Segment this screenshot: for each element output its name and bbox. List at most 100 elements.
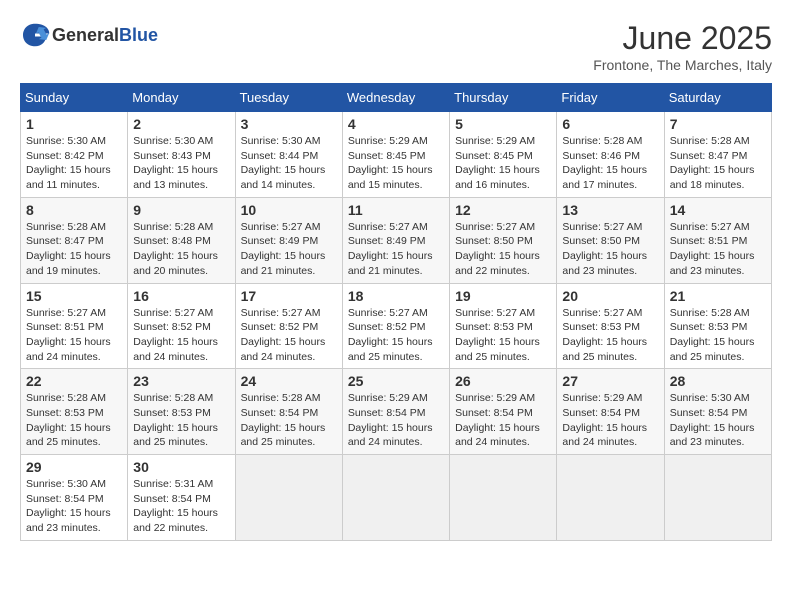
calendar-day-cell-w4-2: 24 Sunrise: 5:28 AM Sunset: 8:54 PM Dayli…	[235, 369, 342, 455]
page-header: GeneralBlue June 2025 Frontone, The Marc…	[20, 20, 772, 73]
day-number-26: 26	[455, 373, 551, 389]
day-number-4: 4	[348, 116, 444, 132]
day-number-9: 9	[133, 202, 229, 218]
day-number-17: 17	[241, 288, 337, 304]
day-info-10: Sunrise: 5:27 AM Sunset: 8:49 PM Dayligh…	[241, 220, 337, 279]
day-info-5: Sunrise: 5:29 AM Sunset: 8:45 PM Dayligh…	[455, 134, 551, 193]
calendar-day-3: 3 Sunrise: 5:30 AM Sunset: 8:44 PM Daylig…	[235, 112, 342, 198]
calendar-day-cell-w2-2: 10 Sunrise: 5:27 AM Sunset: 8:49 PM Dayli…	[235, 197, 342, 283]
day-number-28: 28	[670, 373, 766, 389]
day-number-15: 15	[26, 288, 122, 304]
logo-blue: Blue	[119, 25, 158, 45]
day-number-11: 11	[348, 202, 444, 218]
day-info-3: Sunrise: 5:30 AM Sunset: 8:44 PM Dayligh…	[241, 134, 337, 193]
calendar-day-cell-w4-4: 26 Sunrise: 5:29 AM Sunset: 8:54 PM Dayli…	[450, 369, 557, 455]
calendar-day-cell-w3-5: 20Sunrise: 5:27 AM Sunset: 8:53 PM Dayli…	[557, 283, 664, 369]
logo-icon	[20, 20, 50, 50]
calendar-day-cell-w4-5: 27 Sunrise: 5:29 AM Sunset: 8:54 PM Dayli…	[557, 369, 664, 455]
calendar-day-cell-w5-2	[235, 455, 342, 541]
calendar-day-cell-w3-6: 21Sunrise: 5:28 AM Sunset: 8:53 PM Dayli…	[664, 283, 771, 369]
calendar-day-cell-w3-4: 19Sunrise: 5:27 AM Sunset: 8:53 PM Dayli…	[450, 283, 557, 369]
calendar-day-cell-w2-3: 11Sunrise: 5:27 AM Sunset: 8:49 PM Dayli…	[342, 197, 449, 283]
day-info-12: Sunrise: 5:27 AM Sunset: 8:50 PM Dayligh…	[455, 220, 551, 279]
logo-general: General	[52, 25, 119, 45]
header-monday: Monday	[128, 84, 235, 112]
day-number-22: 22	[26, 373, 122, 389]
day-info-4: Sunrise: 5:29 AM Sunset: 8:45 PM Dayligh…	[348, 134, 444, 193]
calendar-day-1: 1Sunrise: 5:30 AM Sunset: 8:42 PM Daylig…	[21, 112, 128, 198]
header-wednesday: Wednesday	[342, 84, 449, 112]
location-subtitle: Frontone, The Marches, Italy	[593, 57, 772, 73]
calendar-week-3: 15 Sunrise: 5:27 AM Sunset: 8:51 PM Dayli…	[21, 283, 772, 369]
calendar-day-cell-w5-6	[664, 455, 771, 541]
day-number-18: 18	[348, 288, 444, 304]
day-number-10: 10	[241, 202, 337, 218]
calendar-day-2: 2Sunrise: 5:30 AM Sunset: 8:43 PM Daylig…	[128, 112, 235, 198]
calendar-day-cell-w4-1: 23Sunrise: 5:28 AM Sunset: 8:53 PM Dayli…	[128, 369, 235, 455]
calendar-day-cell-w2-5: 13 Sunrise: 5:27 AM Sunset: 8:50 PM Dayli…	[557, 197, 664, 283]
day-info-14: Sunrise: 5:27 AM Sunset: 8:51 PM Dayligh…	[670, 220, 766, 279]
calendar-day-cell-w2-1: 9 Sunrise: 5:28 AM Sunset: 8:48 PM Daylig…	[128, 197, 235, 283]
day-info-13: Sunrise: 5:27 AM Sunset: 8:50 PM Dayligh…	[562, 220, 658, 279]
day-info-27: Sunrise: 5:29 AM Sunset: 8:54 PM Dayligh…	[562, 391, 658, 450]
header-sunday: Sunday	[21, 84, 128, 112]
day-number-5: 5	[455, 116, 551, 132]
day-info-25: Sunrise: 5:29 AM Sunset: 8:54 PM Dayligh…	[348, 391, 444, 450]
calendar-day-cell-w2-6: 14 Sunrise: 5:27 AM Sunset: 8:51 PM Dayli…	[664, 197, 771, 283]
header-thursday: Thursday	[450, 84, 557, 112]
day-info-1: Sunrise: 5:30 AM Sunset: 8:42 PM Dayligh…	[26, 134, 122, 193]
calendar-table: Sunday Monday Tuesday Wednesday Thursday…	[20, 83, 772, 541]
calendar-day-cell-w3-2: 17 Sunrise: 5:27 AM Sunset: 8:52 PM Dayli…	[235, 283, 342, 369]
calendar-week-5: 29Sunrise: 5:30 AM Sunset: 8:54 PM Dayli…	[21, 455, 772, 541]
calendar-header-row: Sunday Monday Tuesday Wednesday Thursday…	[21, 84, 772, 112]
day-number-16: 16	[133, 288, 229, 304]
day-info-23: Sunrise: 5:28 AM Sunset: 8:53 PM Dayligh…	[133, 391, 229, 450]
day-info-9: Sunrise: 5:28 AM Sunset: 8:48 PM Dayligh…	[133, 220, 229, 279]
calendar-day-cell-w3-1: 16 Sunrise: 5:27 AM Sunset: 8:52 PM Dayli…	[128, 283, 235, 369]
day-number-13: 13	[562, 202, 658, 218]
calendar-day-cell-w5-1: 30Sunrise: 5:31 AM Sunset: 8:54 PM Dayli…	[128, 455, 235, 541]
calendar-day-cell-w4-0: 22 Sunrise: 5:28 AM Sunset: 8:53 PM Dayli…	[21, 369, 128, 455]
calendar-day-cell-w3-0: 15 Sunrise: 5:27 AM Sunset: 8:51 PM Dayli…	[21, 283, 128, 369]
calendar-day-6: 6 Sunrise: 5:28 AM Sunset: 8:46 PM Daylig…	[557, 112, 664, 198]
day-number-25: 25	[348, 373, 444, 389]
calendar-day-7: 7 Sunrise: 5:28 AM Sunset: 8:47 PM Daylig…	[664, 112, 771, 198]
day-info-24: Sunrise: 5:28 AM Sunset: 8:54 PM Dayligh…	[241, 391, 337, 450]
day-number-3: 3	[241, 116, 337, 132]
calendar-day-cell-w5-4	[450, 455, 557, 541]
day-info-20: Sunrise: 5:27 AM Sunset: 8:53 PM Dayligh…	[562, 306, 658, 365]
calendar-day-cell-w5-3	[342, 455, 449, 541]
day-info-16: Sunrise: 5:27 AM Sunset: 8:52 PM Dayligh…	[133, 306, 229, 365]
calendar-week-4: 22 Sunrise: 5:28 AM Sunset: 8:53 PM Dayli…	[21, 369, 772, 455]
calendar-day-cell-w5-5	[557, 455, 664, 541]
header-friday: Friday	[557, 84, 664, 112]
day-info-7: Sunrise: 5:28 AM Sunset: 8:47 PM Dayligh…	[670, 134, 766, 193]
day-number-2: 2	[133, 116, 229, 132]
day-info-22: Sunrise: 5:28 AM Sunset: 8:53 PM Dayligh…	[26, 391, 122, 450]
calendar-day-cell-w2-0: 8Sunrise: 5:28 AM Sunset: 8:47 PM Daylig…	[21, 197, 128, 283]
day-number-7: 7	[670, 116, 766, 132]
calendar-day-4: 4 Sunrise: 5:29 AM Sunset: 8:45 PM Daylig…	[342, 112, 449, 198]
day-info-6: Sunrise: 5:28 AM Sunset: 8:46 PM Dayligh…	[562, 134, 658, 193]
day-info-18: Sunrise: 5:27 AM Sunset: 8:52 PM Dayligh…	[348, 306, 444, 365]
logo: GeneralBlue	[20, 20, 158, 50]
day-number-14: 14	[670, 202, 766, 218]
calendar-day-cell-w4-3: 25 Sunrise: 5:29 AM Sunset: 8:54 PM Dayli…	[342, 369, 449, 455]
day-number-24: 24	[241, 373, 337, 389]
day-info-8: Sunrise: 5:28 AM Sunset: 8:47 PM Dayligh…	[26, 220, 122, 279]
day-number-27: 27	[562, 373, 658, 389]
day-info-15: Sunrise: 5:27 AM Sunset: 8:51 PM Dayligh…	[26, 306, 122, 365]
day-number-6: 6	[562, 116, 658, 132]
calendar-day-cell-w5-0: 29Sunrise: 5:30 AM Sunset: 8:54 PM Dayli…	[21, 455, 128, 541]
day-info-17: Sunrise: 5:27 AM Sunset: 8:52 PM Dayligh…	[241, 306, 337, 365]
header-saturday: Saturday	[664, 84, 771, 112]
day-number-12: 12	[455, 202, 551, 218]
title-area: June 2025 Frontone, The Marches, Italy	[593, 20, 772, 73]
day-info-19: Sunrise: 5:27 AM Sunset: 8:53 PM Dayligh…	[455, 306, 551, 365]
day-number-21: 21	[670, 288, 766, 304]
calendar-week-2: 8Sunrise: 5:28 AM Sunset: 8:47 PM Daylig…	[21, 197, 772, 283]
header-tuesday: Tuesday	[235, 84, 342, 112]
logo-text: GeneralBlue	[52, 25, 158, 46]
day-info-29: Sunrise: 5:30 AM Sunset: 8:54 PM Dayligh…	[26, 477, 122, 536]
day-info-26: Sunrise: 5:29 AM Sunset: 8:54 PM Dayligh…	[455, 391, 551, 450]
